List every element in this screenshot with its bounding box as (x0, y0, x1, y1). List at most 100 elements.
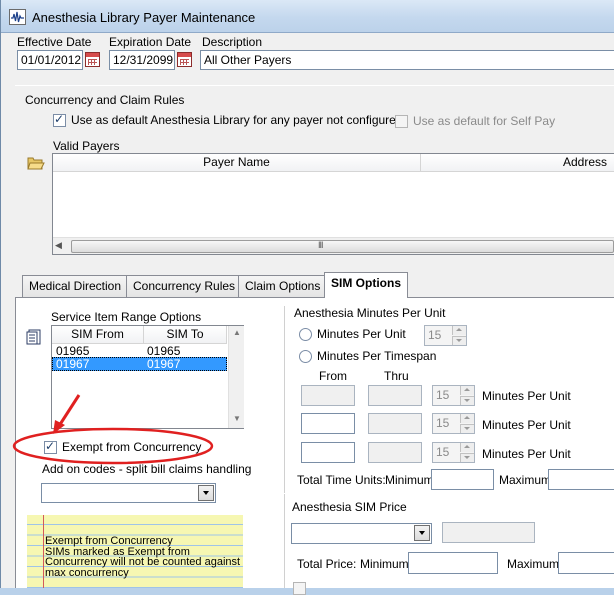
vertical-scrollbar[interactable]: ▲ ▼ (228, 326, 244, 428)
timespan-minutes-value: 15 (436, 445, 450, 459)
timespan-unit-label: Minutes Per Unit (482, 389, 571, 403)
scroll-left-icon[interactable]: ◀ (55, 240, 62, 251)
expiration-date-field[interactable]: 12/31/2099 (109, 50, 175, 70)
valid-payers-label: Valid Payers (53, 139, 120, 153)
total-time-maximum-label: Maximum (499, 473, 552, 487)
total-time-minimum-field[interactable] (431, 469, 494, 490)
effective-date-label: Effective Date (17, 35, 92, 49)
from-column-label: From (319, 369, 347, 383)
calendar-icon[interactable] (85, 52, 100, 67)
total-price-maximum-label: Maximum (507, 557, 560, 571)
timespan-from-field[interactable] (301, 385, 355, 406)
stepper-down-icon[interactable] (452, 336, 466, 345)
horizontal-scrollbar[interactable]: ◀ III (53, 237, 614, 254)
chevron-down-icon[interactable] (198, 485, 214, 501)
total-price-label: Total Price: (297, 557, 357, 571)
tab-concurrency-rules[interactable]: Concurrency Rules (126, 275, 243, 297)
app-icon (9, 9, 26, 25)
timespan-minutes-value: 15 (436, 416, 450, 430)
minutes-per-timespan-label: Minutes Per Timespan (317, 349, 437, 363)
effective-date-field[interactable]: 01/01/2012 (17, 50, 83, 70)
scroll-down-icon[interactable]: ▼ (233, 414, 241, 423)
open-folder-icon[interactable] (27, 155, 45, 171)
sim-to-cell: 01967 (147, 357, 181, 371)
minutes-group-label: Anesthesia Minutes Per Unit (292, 306, 448, 320)
minutes-per-unit-value: 15 (428, 328, 442, 342)
addon-codes-label: Add on codes - split bill claims handlin… (42, 462, 252, 476)
group-divider (15, 85, 614, 86)
sim-price-group-label: Anesthesia SIM Price (292, 500, 407, 514)
description-field[interactable]: All Other Payers (200, 50, 614, 70)
partial-checkbox[interactable] (293, 582, 306, 595)
timespan-unit-label: Minutes Per Unit (482, 418, 571, 432)
table-row-selected[interactable]: 01967 01967 (52, 357, 227, 371)
table-row[interactable]: 01965 01965 (52, 344, 227, 358)
address-column-header[interactable]: Address (421, 154, 614, 172)
timespan-minutes-stepper[interactable]: 15 (432, 442, 475, 463)
timespan-unit-label: Minutes Per Unit (482, 447, 571, 461)
payer-name-column-header[interactable]: Payer Name (53, 154, 421, 172)
default-self-pay-checkbox[interactable] (395, 115, 408, 128)
sim-from-cell: 01967 (56, 357, 90, 371)
addon-codes-dropdown[interactable] (41, 483, 216, 503)
window-title: Anesthesia Library Payer Maintenance (32, 10, 256, 25)
expiration-date-label: Expiration Date (109, 35, 192, 49)
minutes-per-unit-stepper[interactable]: 15 (424, 325, 467, 346)
thru-column-label: Thru (384, 369, 409, 383)
total-time-minimum-label: Minimum (385, 473, 434, 487)
scroll-up-icon[interactable]: ▲ (233, 328, 241, 337)
minutes-per-unit-radio[interactable] (299, 328, 312, 341)
sim-from-cell: 01965 (56, 344, 90, 358)
default-self-pay-label: Use as default for Self Pay (413, 114, 556, 128)
tab-sim-options[interactable]: SIM Options (324, 272, 408, 298)
timespan-minutes-value: 15 (436, 388, 450, 402)
calendar-icon[interactable] (177, 52, 192, 67)
description-label: Description (202, 35, 263, 49)
minutes-per-unit-label: Minutes Per Unit (317, 327, 406, 341)
timespan-thru-field[interactable] (368, 413, 422, 434)
tab-medical-direction[interactable]: Medical Direction (22, 275, 129, 297)
note-title: Exempt from Concurrency (45, 535, 173, 547)
stepper-down-icon[interactable] (460, 453, 474, 462)
timespan-minutes-stepper[interactable]: 15 (432, 385, 475, 406)
default-any-payer-checkbox[interactable] (53, 112, 66, 127)
total-time-maximum-field[interactable] (548, 469, 614, 490)
scrollbar-thumb[interactable]: III (71, 240, 614, 253)
rules-group-label: Concurrency and Claim Rules (25, 93, 185, 107)
sim-to-cell: 01965 (147, 344, 181, 358)
stepper-up-icon[interactable] (460, 443, 474, 452)
timespan-minutes-stepper[interactable]: 15 (432, 413, 475, 434)
total-price-maximum-field[interactable] (558, 552, 614, 574)
group-divider (284, 493, 614, 494)
sim-to-column-header[interactable]: SIM To (144, 326, 227, 344)
timespan-thru-field[interactable] (368, 442, 422, 463)
group-divider (284, 306, 285, 588)
title-bar[interactable]: Anesthesia Library Payer Maintenance (1, 0, 614, 33)
default-any-payer-label: Use as default Anesthesia Library for an… (71, 113, 403, 127)
stepper-down-icon[interactable] (460, 396, 474, 405)
timespan-from-field[interactable] (301, 442, 355, 463)
timespan-from-field[interactable] (301, 413, 355, 434)
note-margin-line (43, 515, 44, 588)
payers-grid[interactable]: Payer Name Address ◀ III (52, 153, 614, 255)
chevron-down-icon[interactable] (414, 525, 430, 541)
note-body: SIMs marked as Exempt from Concurrency w… (45, 545, 241, 579)
minutes-per-timespan-radio[interactable] (299, 350, 312, 363)
sim-price-field[interactable] (442, 522, 535, 543)
stepper-up-icon[interactable] (452, 326, 466, 335)
service-item-range-label: Service Item Range Options (51, 310, 202, 324)
total-price-minimum-field[interactable] (408, 552, 498, 574)
stepper-up-icon[interactable] (460, 386, 474, 395)
app-window: Anesthesia Library Payer Maintenance Eff… (0, 0, 614, 595)
annotation-overlay (12, 394, 214, 465)
total-time-units-label: Total Time Units: (297, 473, 386, 487)
sim-price-dropdown[interactable] (291, 523, 432, 544)
stepper-down-icon[interactable] (460, 424, 474, 433)
notes-icon[interactable] (26, 329, 42, 345)
timespan-thru-field[interactable] (368, 385, 422, 406)
tab-claim-options[interactable]: Claim Options (238, 275, 328, 297)
sim-from-column-header[interactable]: SIM From (52, 326, 144, 344)
total-price-minimum-label: Minimum (360, 557, 409, 571)
stepper-up-icon[interactable] (460, 414, 474, 423)
note-text: Exempt from Concurrency SIMs marked as E… (45, 535, 245, 579)
